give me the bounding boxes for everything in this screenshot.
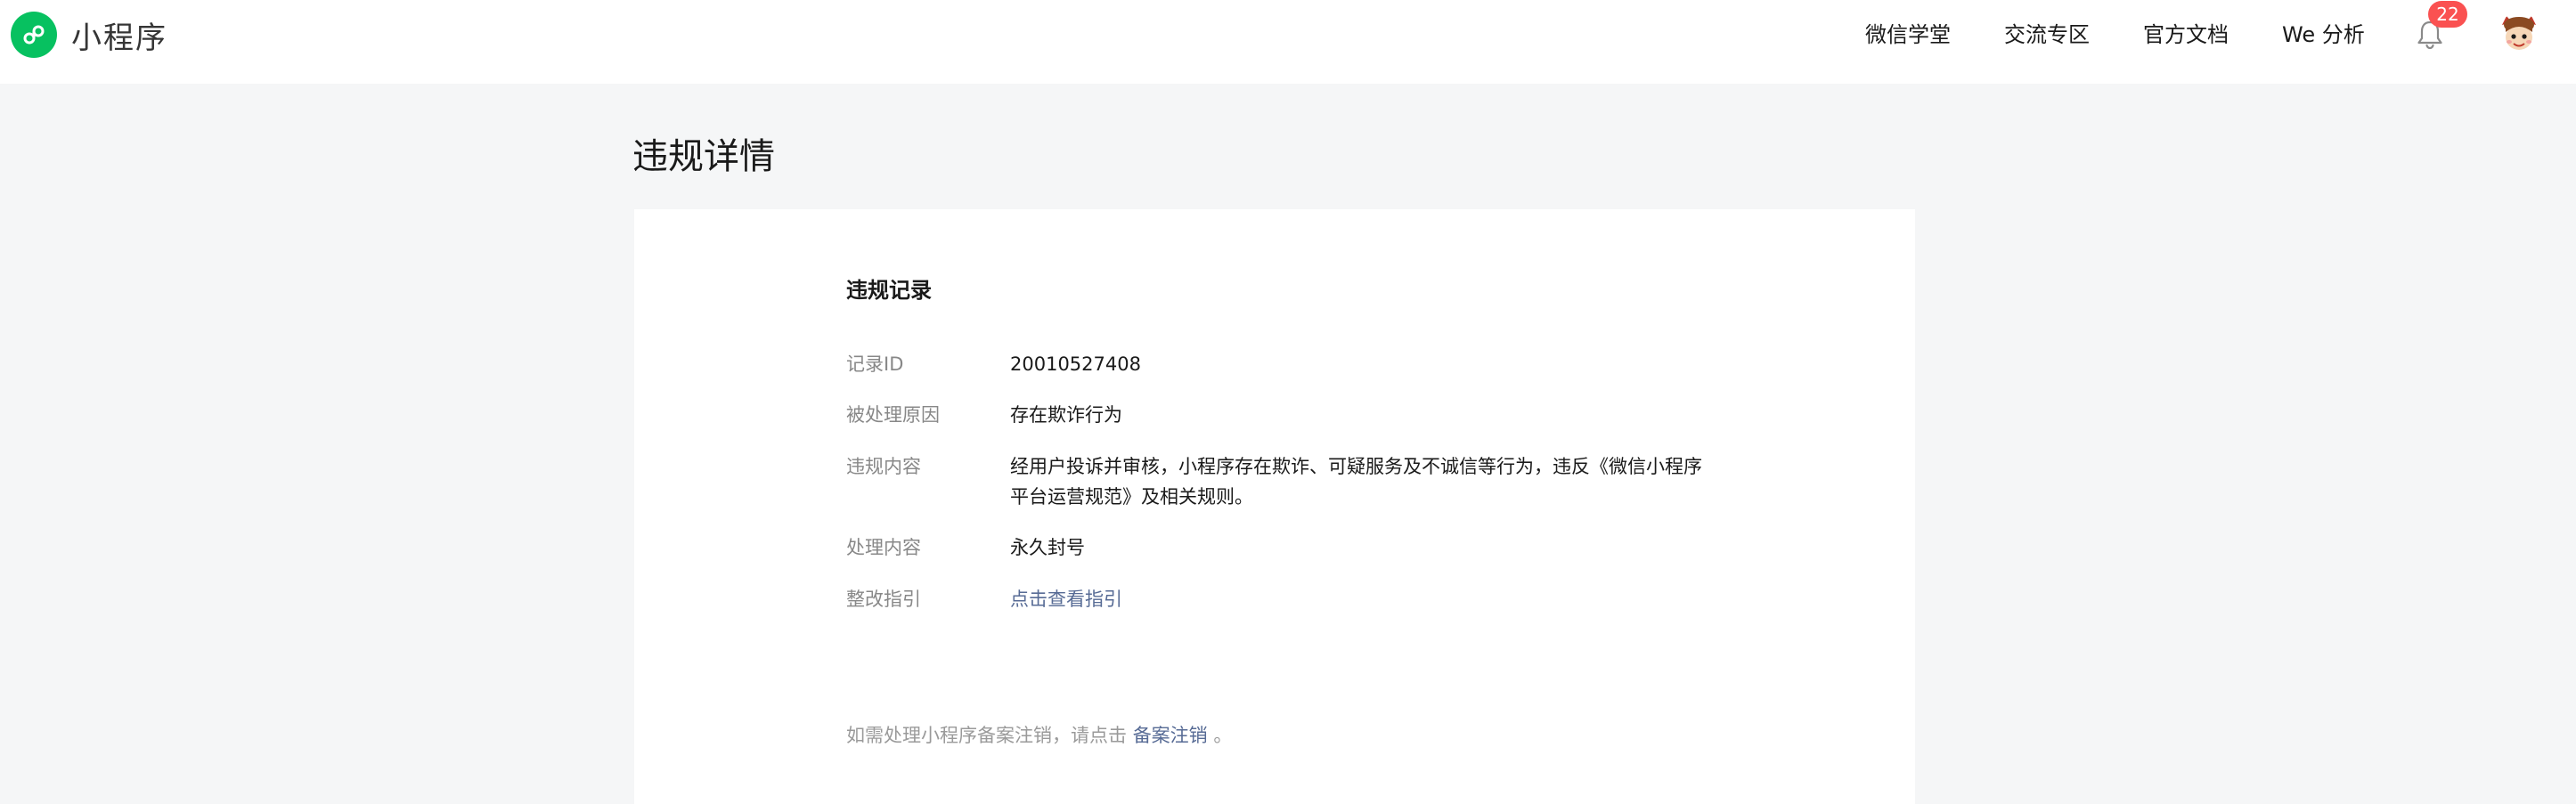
view-guide-link[interactable]: 点击查看指引 — [1010, 584, 1122, 614]
filing-cancel-link[interactable]: 备案注销 — [1133, 725, 1208, 746]
page-title: 违规详情 — [632, 136, 775, 177]
logo[interactable]: 小程序 — [11, 12, 167, 58]
footer-note-suffix: 。 — [1213, 725, 1233, 746]
footer-note: 如需处理小程序备案注销，请点击 备案注销 。 — [846, 722, 1232, 749]
guide-label: 整改指引 — [846, 589, 921, 610]
notification-badge: 22 — [2428, 1, 2467, 28]
mini-program-logo-icon — [11, 12, 57, 58]
nav-link-community[interactable]: 交流专区 — [2004, 20, 2090, 50]
penalty-label: 处理内容 — [846, 537, 921, 558]
nav-link-we-analysis[interactable]: We 分析 — [2282, 20, 2365, 50]
reason-label: 被处理原因 — [846, 404, 940, 426]
reason-value: 存在欺诈行为 — [1010, 404, 1122, 426]
record-id-label: 记录ID — [846, 353, 904, 375]
violation-record-card: 违规记录 记录ID 20010527408 被处理原因 存在欺诈行为 违规内容 … — [634, 209, 1915, 804]
nav-link-wechat-school[interactable]: 微信学堂 — [1865, 20, 1951, 50]
record-id-value: 20010527408 — [1010, 353, 1141, 375]
violation-content-value: 经用户投诉并审核，小程序存在欺诈、可疑服务及不诚信等行为，违反《微信小程序平台运… — [1010, 456, 1702, 508]
penalty-value: 永久封号 — [1010, 537, 1085, 558]
user-avatar[interactable] — [2499, 12, 2539, 53]
section-title: 违规记录 — [846, 278, 932, 303]
top-bar: 小程序 微信学堂 交流专区 官方文档 We 分析 22 — [0, 0, 2576, 84]
nav-link-official-docs[interactable]: 官方文档 — [2143, 20, 2229, 50]
footer-note-prefix: 如需处理小程序备案注销，请点击 — [846, 725, 1127, 746]
violation-content-label: 违规内容 — [846, 456, 921, 477]
logo-text: 小程序 — [71, 20, 167, 56]
